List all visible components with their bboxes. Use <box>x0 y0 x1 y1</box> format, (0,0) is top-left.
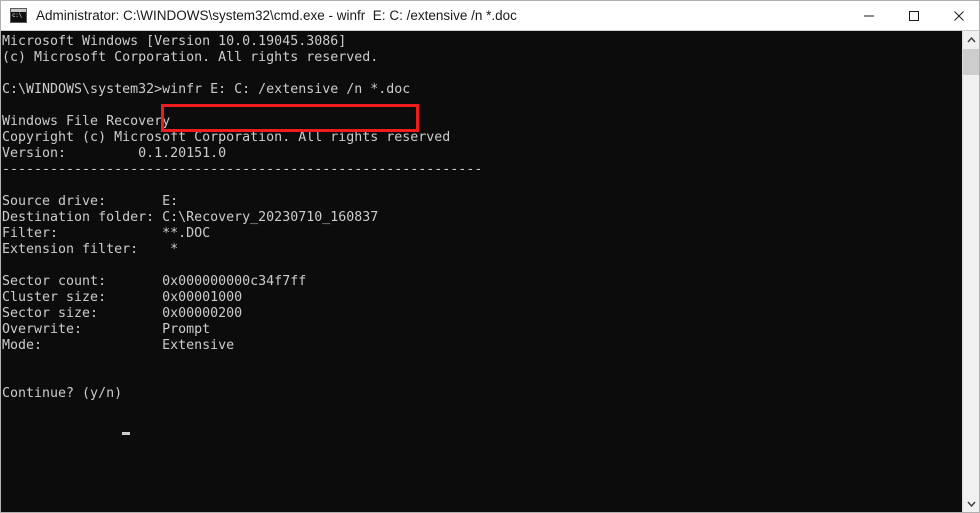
scrollbar-thumb[interactable] <box>963 49 979 75</box>
scroll-down-button[interactable] <box>963 495 979 512</box>
window-title: Administrator: C:\WINDOWS\system32\cmd.e… <box>36 7 517 23</box>
maximize-button[interactable] <box>891 1 936 30</box>
minimize-button[interactable] <box>846 1 891 30</box>
text-cursor <box>122 432 130 435</box>
chevron-down-icon <box>966 501 976 507</box>
title-bar[interactable]: Administrator: C:\WINDOWS\system32\cmd.e… <box>1 1 979 31</box>
cmd-console-icon <box>10 8 27 23</box>
close-button[interactable] <box>936 1 979 30</box>
minimize-icon <box>863 15 874 16</box>
vertical-scrollbar[interactable] <box>962 31 979 512</box>
scroll-up-button[interactable] <box>963 31 979 48</box>
maximize-icon <box>908 10 919 21</box>
console-text: Microsoft Windows [Version 10.0.19045.30… <box>2 34 483 401</box>
cmd-window: Administrator: C:\WINDOWS\system32\cmd.e… <box>0 0 980 513</box>
console-output-area[interactable]: Microsoft Windows [Version 10.0.19045.30… <box>1 31 964 512</box>
chevron-up-icon <box>966 36 976 42</box>
close-icon <box>953 10 964 21</box>
window-controls <box>846 1 979 30</box>
